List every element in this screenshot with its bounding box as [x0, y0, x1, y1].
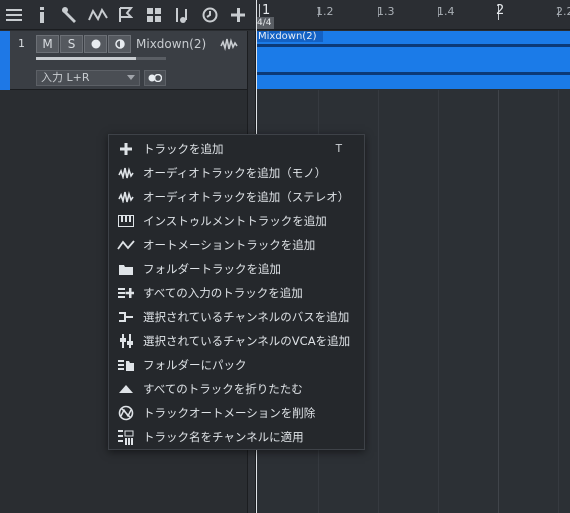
menu-item-label: 選択されているチャンネルのバスを追加 — [143, 310, 350, 324]
plus-icon[interactable] — [224, 0, 252, 30]
clip-title: Mixdown(2) — [257, 31, 323, 42]
audio-wave-icon — [220, 36, 238, 55]
menu-item-add-automation[interactable]: オートメーショントラックを追加 — [109, 233, 364, 257]
menu-item-add-folder[interactable]: フォルダートラックを追加 — [109, 257, 364, 281]
menu-item-add-track[interactable]: トラックを追加 T — [109, 137, 364, 161]
collapse-icon — [117, 381, 135, 397]
menu-item-label: 選択されているチャンネルのVCAを追加 — [143, 334, 351, 348]
mute-button[interactable]: M — [36, 35, 59, 53]
track-number: 1 — [18, 37, 25, 50]
time-signature[interactable]: 4/4 — [256, 17, 274, 29]
clock-icon[interactable] — [196, 0, 224, 30]
record-button[interactable] — [84, 35, 107, 53]
menu-item-shortcut: T — [335, 143, 342, 155]
grid-icon[interactable] — [140, 0, 168, 30]
menu-item-remove-automation[interactable]: トラックオートメーションを削除 — [109, 401, 364, 425]
folder-icon — [117, 261, 135, 277]
audio-wave-icon — [117, 165, 135, 181]
audio-clip[interactable]: Mixdown(2) — [257, 31, 570, 89]
volume-fill — [36, 57, 136, 60]
menu-item-pack-folder[interactable]: フォルダーにパック — [109, 353, 364, 377]
grid-line — [558, 90, 559, 513]
menu-item-add-bus[interactable]: 選択されているチャンネルのバスを追加 — [109, 305, 364, 329]
track-header[interactable]: 1 M S Mixdown(2) 入力 L+R — [0, 31, 247, 90]
menu-item-label: オーディオトラックを追加（ステレオ） — [143, 190, 350, 204]
waveform-left — [257, 44, 570, 47]
volume-slider[interactable] — [36, 57, 166, 60]
monitor-button[interactable] — [108, 35, 131, 53]
pack-folder-icon — [117, 357, 135, 373]
flag-icon[interactable] — [112, 0, 140, 30]
automation-curve-icon — [117, 237, 135, 253]
ruler-label: 1.3 — [377, 5, 395, 18]
keyboard-icon — [117, 213, 135, 229]
ruler-label: 1.2 — [316, 5, 334, 18]
ruler-label: 1 — [262, 3, 271, 18]
menu-item-label: オートメーショントラックを追加 — [143, 238, 316, 252]
menu-item-add-audio-mono[interactable]: オーディオトラックを追加（モノ） — [109, 161, 364, 185]
toolbar — [0, 0, 256, 30]
remove-automation-icon — [117, 405, 135, 421]
info-icon[interactable] — [28, 0, 56, 30]
bus-icon — [117, 309, 135, 325]
menu-item-label: インストゥルメントトラックを追加 — [143, 214, 327, 228]
ruler-label: 1.4 — [437, 5, 455, 18]
menu-item-add-instrument[interactable]: インストゥルメントトラックを追加 — [109, 209, 364, 233]
grid-line — [438, 90, 439, 513]
audio-wave-icon — [117, 189, 135, 205]
menu-item-apply-track-name[interactable]: トラック名をチャンネルに適用 — [109, 425, 364, 449]
track-name[interactable]: Mixdown(2) — [136, 37, 206, 51]
plus-icon — [117, 141, 135, 157]
wrench-icon[interactable] — [56, 0, 84, 30]
menu-item-label: すべてのトラックを折りたたむ — [143, 382, 303, 396]
track-color-strip — [0, 31, 10, 90]
automation-curve-icon[interactable] — [84, 0, 112, 30]
menu-item-label: オーディオトラックを追加（モノ） — [143, 166, 327, 180]
menu-item-label: トラックを追加 — [143, 142, 224, 156]
menu-item-label: すべての入力のトラックを追加 — [143, 286, 303, 300]
menu-icon[interactable] — [0, 0, 28, 30]
grid-line — [378, 90, 379, 513]
list-plus-icon — [117, 285, 135, 301]
menu-item-add-all-inputs[interactable]: すべての入力のトラックを追加 — [109, 281, 364, 305]
menu-item-collapse-all[interactable]: すべてのトラックを折りたたむ — [109, 377, 364, 401]
menu-item-label: トラック名をチャンネルに適用 — [143, 430, 304, 444]
solo-button[interactable]: S — [60, 35, 83, 53]
menu-item-label: トラックオートメーションを削除 — [143, 406, 316, 420]
vca-icon — [117, 333, 135, 349]
timeline-ruler[interactable]: 1 1.2 1.3 1.4 2 2.2 4/4 — [256, 0, 570, 30]
ruler-label: 2.2 — [556, 5, 570, 18]
apply-name-icon — [117, 429, 135, 445]
input-link-button[interactable] — [144, 70, 166, 86]
menu-item-label: フォルダーにパック — [143, 358, 247, 372]
ruler-label: 2 — [496, 3, 505, 18]
context-menu: トラックを追加 T オーディオトラックを追加（モノ） オーディオトラックを追加（… — [108, 134, 365, 450]
grid-line — [498, 90, 499, 513]
input-select-value: 入力 L+R — [41, 71, 90, 84]
menu-item-label: フォルダートラックを追加 — [143, 262, 281, 276]
notes-icon[interactable] — [168, 0, 196, 30]
monitor-icon — [114, 39, 125, 49]
input-select[interactable]: 入力 L+R — [36, 70, 140, 86]
record-icon — [91, 39, 100, 49]
waveform-right — [257, 72, 570, 75]
link-icon — [148, 74, 162, 82]
menu-item-add-vca[interactable]: 選択されているチャンネルのVCAを追加 — [109, 329, 364, 353]
track-buttons: M S — [36, 35, 132, 53]
chevron-down-icon — [127, 75, 135, 80]
menu-item-add-audio-stereo[interactable]: オーディオトラックを追加（ステレオ） — [109, 185, 364, 209]
